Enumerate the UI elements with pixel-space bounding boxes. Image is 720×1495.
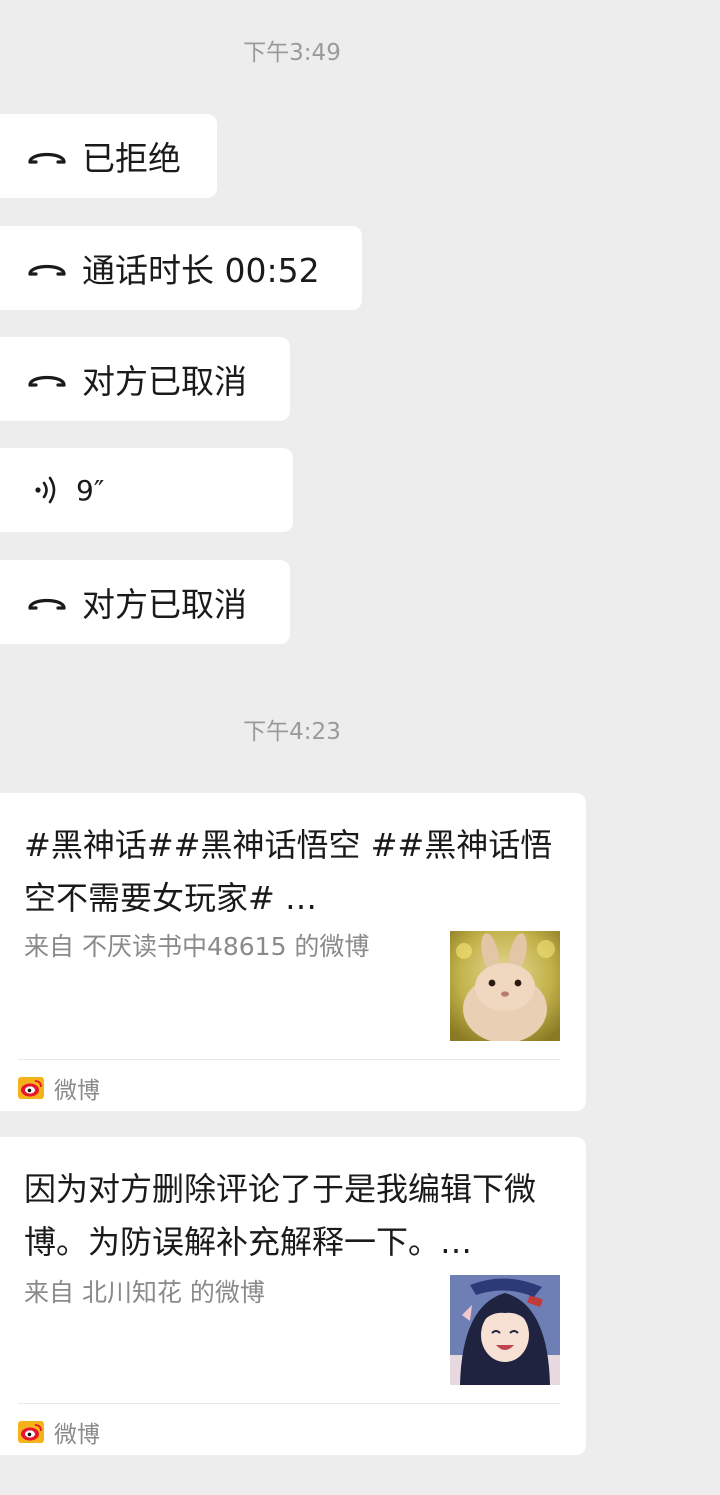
timestamp-1: 下午3:49	[243, 40, 341, 66]
weibo-logo-icon	[18, 1421, 44, 1443]
card-divider	[18, 1403, 560, 1404]
call-label: 对方已取消	[82, 585, 247, 624]
call-label: 通话时长 00:52	[82, 251, 320, 290]
hang-up-icon	[26, 258, 68, 278]
hang-up-icon	[26, 146, 68, 166]
call-record-cancelled[interactable]: 对方已取消	[0, 560, 290, 644]
timestamp-2: 下午4:23	[243, 719, 341, 745]
card-source: 来自 北川知花 的微博	[24, 1278, 265, 1307]
card-divider	[18, 1059, 560, 1060]
card-app-label: 微博	[54, 1078, 100, 1104]
voice-wave-icon	[34, 475, 60, 505]
weibo-logo-icon	[18, 1077, 44, 1099]
call-record-cancelled[interactable]: 对方已取消	[0, 337, 290, 421]
hang-up-icon	[26, 592, 68, 612]
call-record-rejected[interactable]: 已拒绝	[0, 114, 217, 198]
card-footer: 微博	[18, 1071, 100, 1105]
weibo-share-card[interactable]: #黑神话##黑神话悟空 ##黑神话悟空不需要女玩家# … 来自 不厌读书中486…	[0, 793, 586, 1111]
anime-avatar-thumbnail	[450, 1275, 560, 1385]
card-app-label: 微博	[54, 1422, 100, 1448]
card-title: 因为对方删除评论了于是我编辑下微博。为防误解补充解释一下。…	[24, 1170, 537, 1261]
call-label: 对方已取消	[82, 362, 247, 401]
card-title: #黑神话##黑神话悟空 ##黑神话悟空不需要女玩家# …	[24, 826, 553, 917]
weibo-share-card[interactable]: 因为对方删除评论了于是我编辑下微博。为防误解补充解释一下。… 来自 北川知花 的…	[0, 1137, 586, 1455]
card-source: 来自 不厌读书中48615 的微博	[24, 932, 370, 961]
voice-message[interactable]: 9″	[0, 448, 293, 532]
voice-duration: 9″	[76, 473, 105, 507]
call-record-duration[interactable]: 通话时长 00:52	[0, 226, 362, 310]
card-footer: 微博	[18, 1415, 100, 1449]
hang-up-icon	[26, 369, 68, 389]
rabbit-thumbnail	[450, 931, 560, 1043]
call-label: 已拒绝	[82, 139, 181, 178]
